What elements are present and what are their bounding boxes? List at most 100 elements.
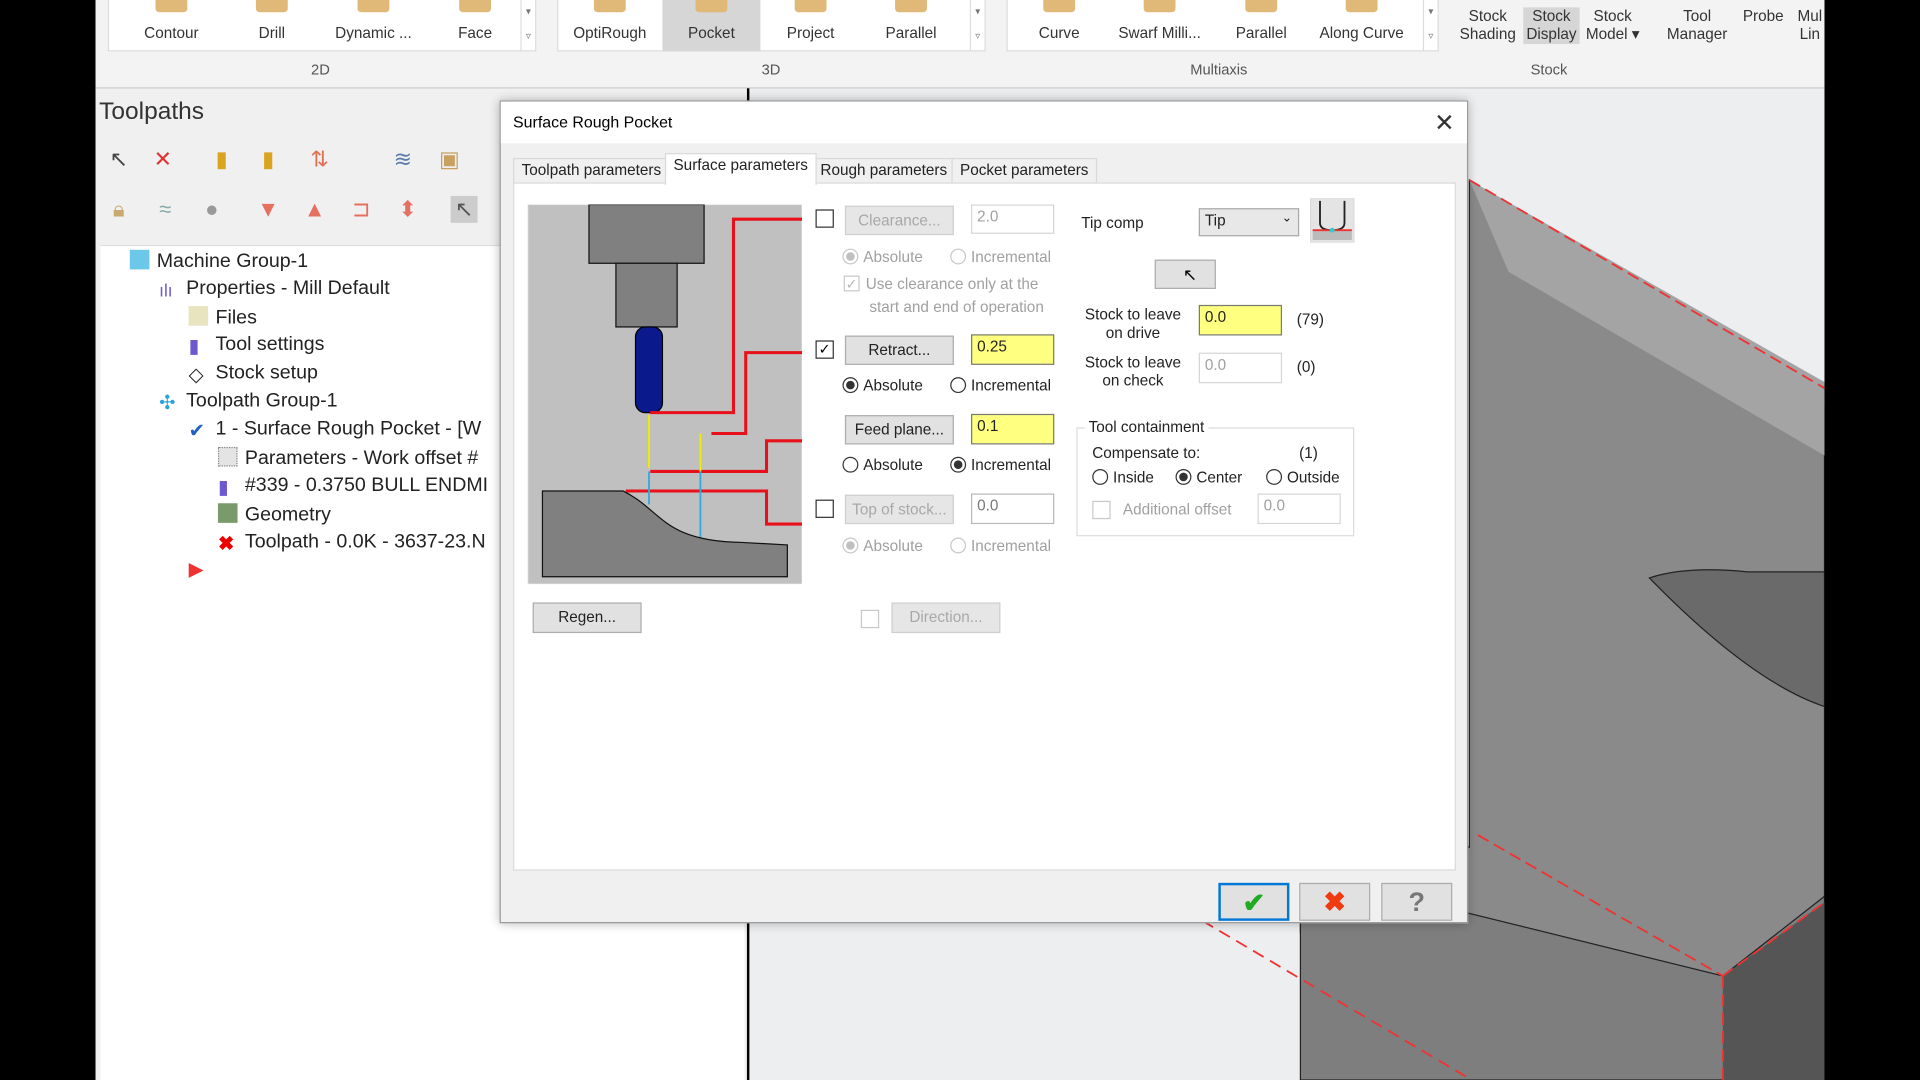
face-button[interactable]: Face	[437, 0, 513, 51]
parallel-button[interactable]: Parallel	[864, 0, 957, 51]
top-absolute-radio[interactable]: Absolute	[842, 537, 923, 555]
stock-model-button[interactable]: Stock Model ▾	[1582, 7, 1643, 44]
retract-absolute-radio[interactable]: Absolute	[842, 377, 923, 394]
top-of-stock-checkbox[interactable]	[815, 499, 834, 518]
curve-button[interactable]: Curve	[1020, 0, 1098, 51]
additional-offset-checkbox[interactable]	[1092, 500, 1111, 520]
tip-comp-select[interactable]: Tip ⌄	[1198, 208, 1300, 237]
label: Model ▾	[1585, 25, 1640, 43]
deselect-icon[interactable]: ✕	[149, 146, 176, 173]
tree-item-toolpath[interactable]: ✖ Toolpath - 0.0K - 3637-23.N	[218, 531, 486, 554]
tool-containment-title: Tool containment	[1084, 418, 1208, 436]
tree-item-operation[interactable]: ✔ 1 - Surface Rough Pocket - [W	[189, 418, 482, 442]
gallery-scroll[interactable]: ▾ ▿	[520, 0, 535, 52]
ghost-icon[interactable]: ●	[198, 196, 225, 223]
tree-item-stock-setup[interactable]: ◇ Stock setup	[189, 362, 318, 385]
label: Incremental	[971, 377, 1051, 395]
gallery-scroll[interactable]: ▾ ▿	[1422, 0, 1438, 52]
feed-plane-input[interactable]: 0.1	[971, 413, 1055, 445]
help-button[interactable]: ?	[1381, 882, 1453, 921]
scroll-to-icon[interactable]: ⬍	[394, 196, 421, 223]
clearance-button[interactable]: Clearance...	[844, 205, 954, 236]
tree-item-toolpath-group[interactable]: ✣ Toolpath Group-1	[159, 391, 337, 414]
feed-incremental-radio[interactable]: Incremental	[950, 456, 1051, 474]
tree-item-tool[interactable]: ▮ #339 - 0.3750 BULL ENDMI	[218, 475, 488, 498]
swarf-button[interactable]: Swarf Milli...	[1108, 0, 1211, 51]
regen-dirty-icon[interactable]: ▮	[255, 146, 282, 173]
tab-surface-parameters[interactable]: Surface parameters	[664, 153, 817, 185]
cancel-button[interactable]: ✖	[1299, 882, 1371, 921]
clearance-incremental-radio[interactable]: Incremental	[950, 248, 1051, 266]
clearance-absolute-radio[interactable]: Absolute	[842, 248, 923, 266]
tab-pocket-parameters[interactable]: Pocket parameters	[951, 157, 1098, 183]
tree-item-geometry[interactable]: Geometry	[217, 503, 331, 526]
close-icon[interactable]: ✕	[1434, 108, 1455, 139]
clearance-checkbox[interactable]	[815, 209, 834, 228]
group-label-stock: Stock	[1530, 61, 1568, 79]
compensate-center-radio[interactable]: Center	[1175, 468, 1242, 486]
clearance-input[interactable]: 2.0	[971, 204, 1055, 234]
retract-incremental-radio[interactable]: Incremental	[950, 377, 1051, 394]
compensate-outside-radio[interactable]: Outside	[1266, 468, 1340, 486]
toggle-display-icon[interactable]: ≈	[152, 196, 179, 223]
post-icon[interactable]: ⇅	[306, 146, 333, 173]
stock-check-input[interactable]: 0.0	[1198, 352, 1283, 384]
gallery-scroll[interactable]: ▾ ▿	[969, 0, 985, 52]
top-of-stock-input[interactable]: 0.0	[971, 493, 1055, 525]
additional-offset-input[interactable]: 0.0	[1257, 493, 1341, 525]
tool-manager-button[interactable]: Tool Manager	[1663, 7, 1732, 44]
project-button[interactable]: Project	[764, 0, 857, 51]
move-up-icon[interactable]: ▲	[301, 196, 328, 223]
question-icon: ?	[1408, 886, 1425, 918]
retract-checkbox[interactable]: ✓	[815, 340, 834, 359]
tree-item-tool-settings[interactable]: ▮ Tool settings	[189, 334, 325, 357]
direction-button[interactable]: Direction...	[891, 602, 1001, 634]
probe-button[interactable]: Probe	[1741, 7, 1785, 25]
insert-arrow-icon[interactable]: ⊐	[348, 196, 375, 223]
stock-shading-button[interactable]: Stock Shading	[1457, 7, 1518, 44]
select-all-icon[interactable]: ↖	[105, 146, 132, 173]
ok-button[interactable]: ✔	[1218, 882, 1290, 921]
label: 1 - Surface Rough Pocket - [W	[215, 418, 482, 440]
stock-display-button[interactable]: Stock Display	[1523, 7, 1580, 45]
insert-arrow-icon[interactable]: ▶	[189, 557, 204, 581]
compensate-label: Compensate to:	[1092, 444, 1201, 462]
retract-input[interactable]: 0.25	[971, 334, 1055, 365]
tree-item-properties[interactable]: ılı Properties - Mill Default	[159, 278, 390, 300]
label: Files	[215, 307, 257, 329]
display-selected-icon[interactable]: ↖	[450, 195, 478, 223]
tree-item-parameters[interactable]: Parameters - Work offset #	[217, 446, 479, 470]
group-label-2d: 2D	[311, 61, 330, 79]
move-down-icon[interactable]: ▼	[255, 196, 282, 223]
use-clearance-only-checkbox[interactable]: ✓	[843, 275, 860, 292]
drill-button[interactable]: Drill	[234, 0, 310, 51]
optirough-button[interactable]: OptiRough	[561, 0, 659, 51]
top-incremental-radio[interactable]: Incremental	[950, 537, 1051, 555]
tree-item-files[interactable]: Files	[188, 306, 257, 329]
dynamic-button[interactable]: Dynamic ...	[327, 0, 420, 51]
along-curve-button[interactable]: Along Curve	[1311, 0, 1411, 51]
ribbon-group-2d: Contour Drill Dynamic ... Face ▾ ▿	[107, 0, 537, 52]
backplot-icon[interactable]: ≋	[389, 146, 416, 173]
direction-checkbox[interactable]	[860, 609, 880, 629]
contour-button[interactable]: Contour	[133, 0, 209, 51]
tree-item-machine-group[interactable]: Machine Group-1	[129, 249, 308, 273]
lock-icon[interactable]: 🔒︎	[105, 196, 132, 223]
multi-linking-button[interactable]: Mul Lin	[1795, 7, 1824, 44]
tab-toolpath-parameters[interactable]: Toolpath parameters	[513, 157, 670, 183]
retract-button[interactable]: Retract...	[844, 335, 954, 365]
pocket-button[interactable]: Pocket	[662, 0, 761, 52]
regen-selected-icon[interactable]: ▮	[208, 146, 235, 173]
label: Inside	[1113, 468, 1154, 487]
feed-plane-button[interactable]: Feed plane...	[844, 415, 954, 445]
stock-drive-input[interactable]: 0.0	[1198, 304, 1283, 336]
label: Parallel	[1235, 24, 1287, 42]
regen-button[interactable]: Regen...	[532, 602, 642, 634]
verify-icon[interactable]: ▣	[436, 146, 463, 173]
tab-rough-parameters[interactable]: Rough parameters	[811, 157, 956, 183]
label: Parameters - Work offset #	[244, 448, 479, 469]
top-of-stock-button[interactable]: Top of stock...	[844, 494, 954, 525]
feed-absolute-radio[interactable]: Absolute	[842, 456, 923, 474]
compensate-inside-radio[interactable]: Inside	[1092, 468, 1154, 487]
parallel-multiaxis-button[interactable]: Parallel	[1218, 0, 1304, 51]
